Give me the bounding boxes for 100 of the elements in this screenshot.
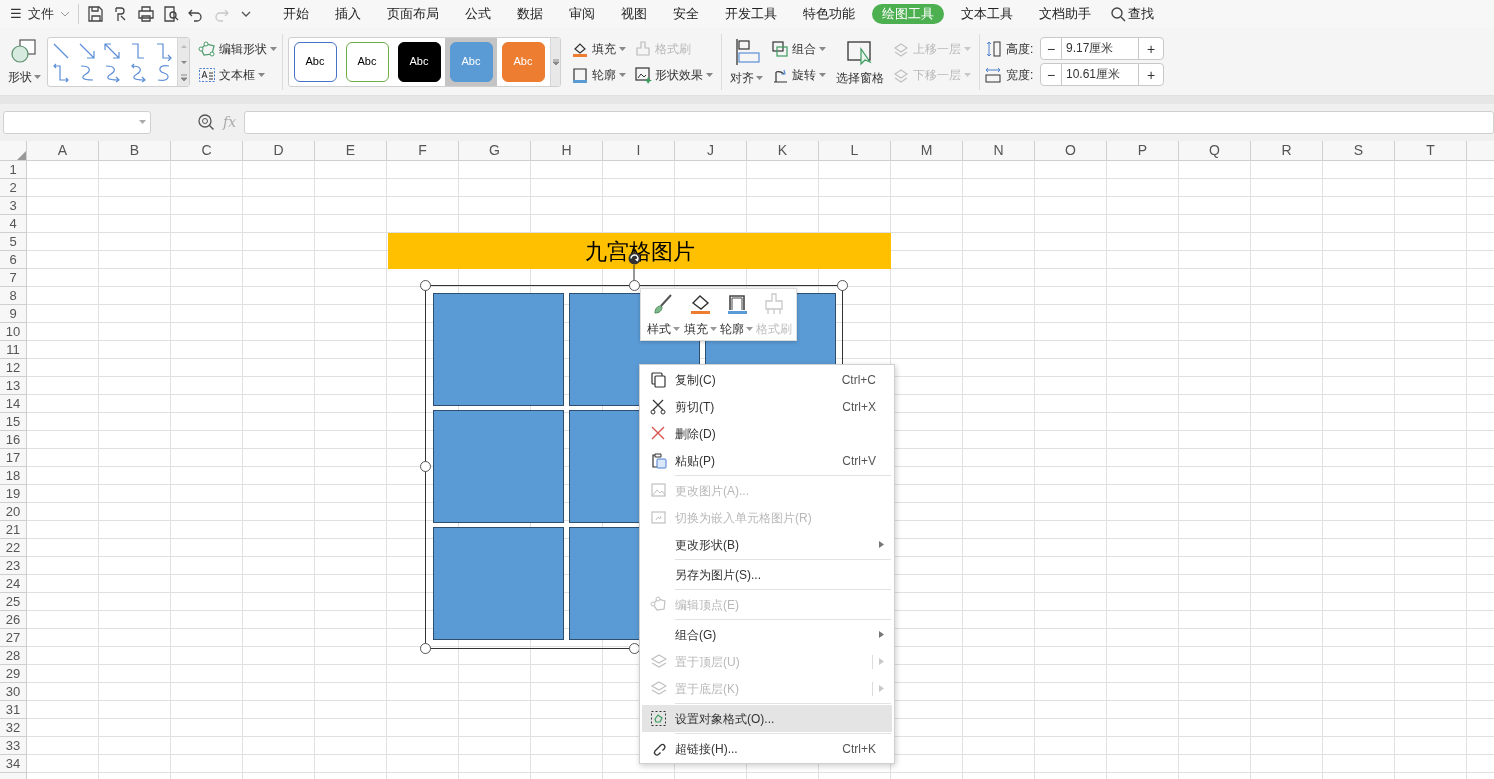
file-menu-button[interactable]: ☰ 文件 (0, 2, 78, 26)
column-header[interactable]: I (603, 141, 675, 160)
column-header[interactable]: A (27, 141, 99, 160)
edit-shape-button[interactable]: 编辑形状 (198, 37, 277, 60)
width-field[interactable]: 10.61厘米 (1061, 64, 1139, 85)
style-swatch[interactable]: Abc (397, 41, 441, 82)
column-header[interactable]: P (1107, 141, 1179, 160)
row-header[interactable]: 25 (0, 593, 26, 611)
menu-tab[interactable]: 审阅 (557, 4, 607, 24)
row-header[interactable]: 23 (0, 557, 26, 575)
menu-tab[interactable]: 页面布局 (375, 4, 451, 24)
row-header[interactable]: 7 (0, 269, 26, 287)
selection-pane-button[interactable]: 选择窗格 (836, 36, 884, 87)
row-header[interactable]: 33 (0, 737, 26, 755)
resize-handle[interactable] (629, 643, 640, 654)
row-header[interactable]: 15 (0, 413, 26, 431)
menu-tab[interactable]: 开发工具 (713, 4, 789, 24)
format-tool-button[interactable]: 样式 (645, 291, 682, 338)
menu-tab[interactable]: 数据 (505, 4, 555, 24)
resize-handle[interactable] (420, 643, 431, 654)
menu-tab[interactable]: 开始 (271, 4, 321, 24)
menu-item[interactable]: 粘贴(P) Ctrl+V (642, 447, 892, 474)
column-header[interactable]: E (315, 141, 387, 160)
menu-item[interactable]: 另存为图片(S)... (642, 561, 892, 588)
column-header[interactable]: O (1035, 141, 1107, 160)
row-header[interactable]: 8 (0, 287, 26, 305)
row-header[interactable]: 14 (0, 395, 26, 413)
resize-handle[interactable] (420, 280, 431, 291)
format-tool-button[interactable]: 填充 (681, 291, 719, 338)
column-header[interactable]: H (531, 141, 603, 160)
menu-tab[interactable]: 特色功能 (791, 4, 867, 24)
resize-handle[interactable] (629, 280, 640, 291)
text-box-button[interactable]: 文本框 (198, 63, 277, 86)
width-spinner[interactable]: − 10.61厘米 + (1040, 63, 1164, 86)
row-header[interactable]: 20 (0, 503, 26, 521)
column-header[interactable]: J (675, 141, 747, 160)
menu-item[interactable]: 更改形状(B) (642, 531, 892, 558)
column-header[interactable]: B (99, 141, 171, 160)
row-header[interactable]: 4 (0, 215, 26, 233)
row-header[interactable]: 13 (0, 377, 26, 395)
column-header[interactable]: C (171, 141, 243, 160)
outline-button[interactable]: 轮廓 (571, 63, 626, 86)
row-header[interactable]: 17 (0, 449, 26, 467)
row-header[interactable]: 10 (0, 323, 26, 341)
style-swatch[interactable]: Abc (345, 41, 389, 82)
column-header[interactable]: M (891, 141, 963, 160)
row-header[interactable]: 11 (0, 341, 26, 359)
row-header[interactable]: 5 (0, 233, 26, 251)
menu-tab[interactable]: 视图 (609, 4, 659, 24)
menu-tab[interactable]: 文档助手 (1027, 4, 1103, 24)
column-header[interactable]: T (1395, 141, 1467, 160)
row-header[interactable]: 2 (0, 179, 26, 197)
minus-button[interactable]: − (1041, 67, 1061, 82)
row-header[interactable]: 22 (0, 539, 26, 557)
height-field[interactable]: 9.17厘米 (1061, 38, 1139, 59)
shape-button[interactable]: 形状 (4, 37, 44, 86)
height-spinner[interactable]: − 9.17厘米 + (1040, 37, 1164, 60)
shape-effects-button[interactable]: 形状效果 (634, 63, 713, 86)
plus-button[interactable]: + (1139, 67, 1163, 82)
row-header[interactable]: 32 (0, 719, 26, 737)
row-header[interactable]: 19 (0, 485, 26, 503)
minus-button[interactable]: − (1041, 41, 1061, 56)
column-header[interactable]: L (819, 141, 891, 160)
row-header[interactable]: 3 (0, 197, 26, 215)
search-button[interactable]: 查找 (1110, 4, 1154, 24)
menu-tab[interactable]: 公式 (453, 4, 503, 24)
column-header[interactable]: S (1323, 141, 1395, 160)
row-header[interactable]: 24 (0, 575, 26, 593)
column-header[interactable]: R (1251, 141, 1323, 160)
row-header[interactable]: 6 (0, 251, 26, 269)
menu-item[interactable]: 超链接(H)... Ctrl+K (642, 735, 892, 762)
row-header[interactable]: 18 (0, 467, 26, 485)
menu-item[interactable]: 删除(D) (642, 420, 892, 447)
row-header[interactable]: 1 (0, 161, 26, 179)
format-tool-button[interactable]: 轮廓 (718, 291, 756, 338)
column-header[interactable]: K (747, 141, 819, 160)
menu-tab[interactable]: 安全 (661, 4, 711, 24)
row-header[interactable]: 26 (0, 611, 26, 629)
row-header[interactable]: 34 (0, 755, 26, 773)
plus-button[interactable]: + (1139, 41, 1163, 56)
row-header[interactable]: 27 (0, 629, 26, 647)
double-arrow-icon[interactable] (102, 40, 123, 61)
column-header[interactable]: G (459, 141, 531, 160)
menu-item[interactable]: 设置对象格式(O)... (642, 705, 892, 732)
menu-item[interactable]: 复制(C) Ctrl+C (642, 366, 892, 393)
group-button[interactable]: 组合 (771, 37, 826, 60)
column-header[interactable]: D (243, 141, 315, 160)
row-header[interactable]: 28 (0, 647, 26, 665)
row-header[interactable]: 16 (0, 431, 26, 449)
row-header[interactable]: 29 (0, 665, 26, 683)
style-swatch[interactable]: Abc (293, 41, 337, 82)
fill-button[interactable]: 填充 (571, 37, 626, 60)
formula-field[interactable] (244, 110, 1494, 134)
row-header[interactable]: 21 (0, 521, 26, 539)
column-header[interactable]: Q (1179, 141, 1251, 160)
menu-tab[interactable]: 插入 (323, 4, 373, 24)
menu-item[interactable]: 组合(G) (642, 621, 892, 648)
row-header[interactable]: 9 (0, 305, 26, 323)
more-icon[interactable] (551, 56, 560, 67)
resize-handle[interactable] (420, 461, 431, 472)
